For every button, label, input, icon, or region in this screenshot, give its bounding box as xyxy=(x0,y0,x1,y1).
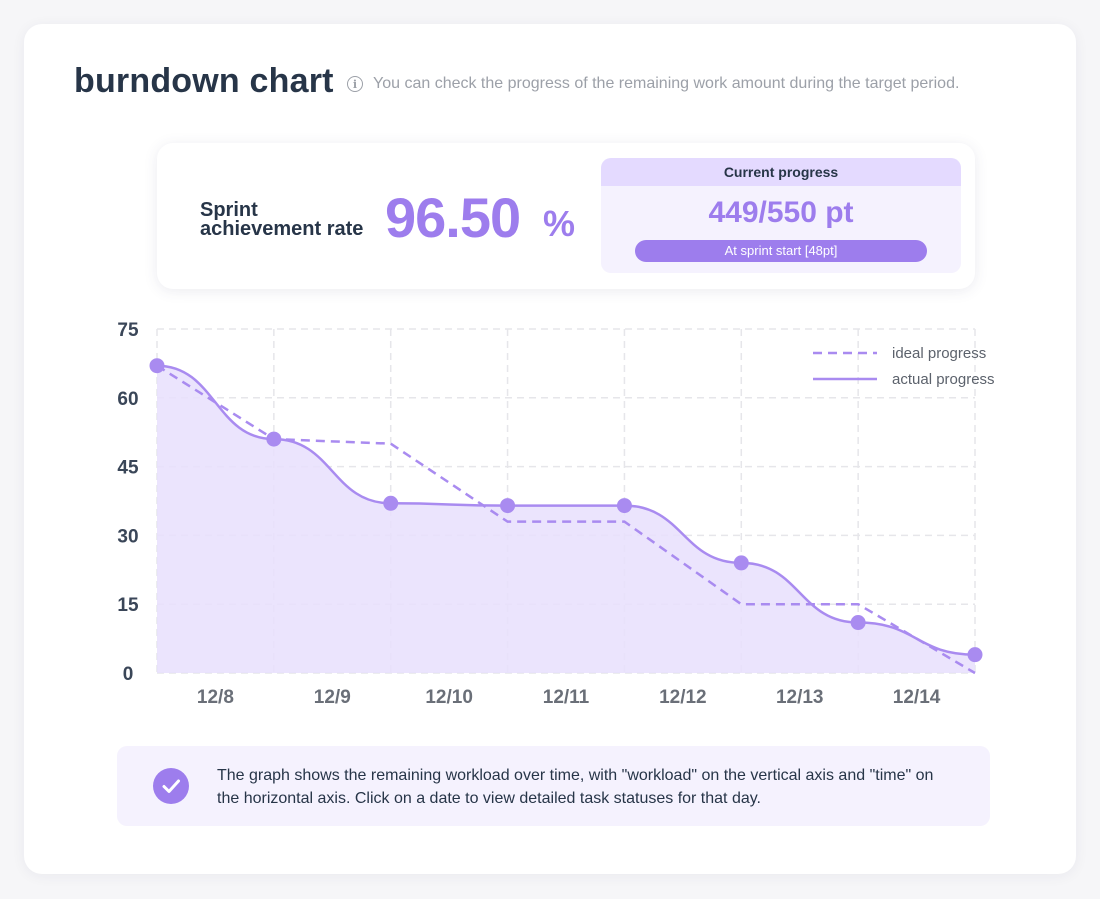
x-tick-label[interactable]: 12/12 xyxy=(659,687,707,708)
x-tick-label[interactable]: 12/8 xyxy=(197,687,234,708)
actual-progress-point[interactable] xyxy=(967,647,983,663)
x-tick-label[interactable]: 12/14 xyxy=(893,687,941,708)
check-icon xyxy=(153,768,189,804)
actual-progress-point[interactable] xyxy=(383,495,399,511)
info-note: The graph shows the remaining workload o… xyxy=(117,746,990,826)
x-tick-label[interactable]: 12/10 xyxy=(425,687,473,708)
legend-actual-label: actual progress xyxy=(892,371,995,388)
actual-progress-point[interactable] xyxy=(850,615,866,631)
y-tick-label: 15 xyxy=(117,595,139,616)
y-tick-label: 0 xyxy=(123,664,134,685)
y-tick-label: 30 xyxy=(117,526,138,547)
legend-ideal-label: ideal progress xyxy=(892,345,986,362)
actual-progress-point[interactable] xyxy=(266,431,282,447)
actual-progress-point[interactable] xyxy=(616,498,632,514)
y-tick-label: 45 xyxy=(117,458,139,479)
x-tick-label[interactable]: 12/9 xyxy=(314,687,351,708)
x-axis-ticks: 12/8 12/9 12/10 12/11 12/12 12/13 12/14 xyxy=(197,687,941,708)
y-tick-label: 75 xyxy=(117,320,139,341)
x-tick-label[interactable]: 12/13 xyxy=(776,687,824,708)
info-note-text: The graph shows the remaining workload o… xyxy=(217,767,934,807)
actual-progress-point[interactable] xyxy=(733,555,749,571)
chart-legend: ideal progress actual progress xyxy=(813,345,995,388)
y-axis-ticks: 0 15 30 45 60 75 xyxy=(117,320,139,685)
actual-progress-point[interactable] xyxy=(149,358,165,374)
y-tick-label: 60 xyxy=(117,389,138,410)
x-tick-label[interactable]: 12/11 xyxy=(543,687,590,708)
actual-progress-point[interactable] xyxy=(500,498,516,514)
